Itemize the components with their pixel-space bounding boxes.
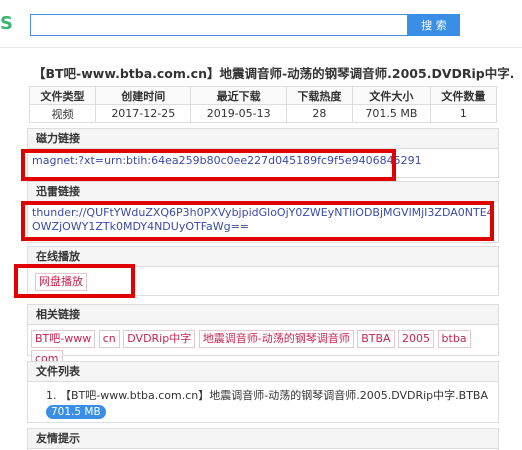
magnet-heading: 磁力链接 bbox=[28, 129, 498, 149]
file-list-panel: 文件列表 1. 【BT吧-www.btba.com.cn】地震调音师-动荡的钢琴… bbox=[27, 361, 499, 423]
list-item: 1. 【BT吧-www.btba.com.cn】地震调音师-动荡的钢琴调音师.2… bbox=[46, 388, 494, 420]
file-size-badge: 701.5 MB bbox=[46, 405, 106, 419]
highlight-box bbox=[14, 264, 135, 298]
search-button[interactable]: 搜 索 bbox=[408, 14, 460, 36]
info-value-cell: 701.5 MB bbox=[351, 104, 431, 123]
info-header-cell: 创建时间 bbox=[95, 86, 192, 105]
info-value-cell: 2017-12-25 bbox=[95, 104, 192, 123]
related-links-panel: 相关链接 BT吧-www cn DVDRip中字 地震调音师-动荡的钢琴调音师 … bbox=[27, 304, 499, 368]
file-list: 1. 【BT吧-www.btba.com.cn】地震调音师-动荡的钢琴调音师.2… bbox=[28, 382, 498, 426]
related-tag[interactable]: BTBA bbox=[357, 330, 395, 348]
related-tag[interactable]: DVDRip中字 bbox=[123, 330, 196, 348]
info-header-cell: 下载热度 bbox=[285, 86, 353, 105]
info-header-cell: 文件数量 bbox=[429, 86, 498, 105]
info-value-row: 视频 2017-12-25 2019-05-13 28 701.5 MB 1 bbox=[28, 104, 498, 123]
file-list-heading: 文件列表 bbox=[28, 362, 498, 382]
tips-heading: 友情提示 bbox=[28, 429, 498, 449]
site-logo[interactable]: S bbox=[0, 13, 14, 34]
file-index: 1. bbox=[46, 389, 57, 402]
info-header-row: 文件类型 创建时间 最近下载 下载热度 文件大小 文件数量 bbox=[28, 86, 498, 105]
info-value-cell: 28 bbox=[285, 104, 353, 123]
torrent-info-table: 文件类型 创建时间 最近下载 下载热度 文件大小 文件数量 视频 2017-12… bbox=[28, 86, 498, 123]
top-bar: S 搜 索 bbox=[0, 0, 522, 48]
info-value-cell: 视频 bbox=[28, 104, 97, 123]
related-tag[interactable]: 2005 bbox=[398, 330, 435, 348]
info-header-cell: 最近下载 bbox=[190, 86, 287, 105]
tips-panel: 友情提示 bbox=[27, 428, 499, 450]
info-value-cell: 1 bbox=[429, 104, 498, 123]
related-tag[interactable]: cn bbox=[98, 330, 120, 348]
highlight-box bbox=[21, 201, 494, 241]
file-name: 【BT吧-www.btba.com.cn】地震调音师-动荡的钢琴调音师.2005… bbox=[60, 389, 488, 402]
info-value-cell: 2019-05-13 bbox=[190, 104, 287, 123]
page-title: 【BT吧-www.btba.com.cn】地震调音师-动荡的钢琴调音师.2005… bbox=[33, 66, 513, 81]
related-links-heading: 相关链接 bbox=[28, 305, 498, 325]
highlight-box bbox=[21, 149, 396, 181]
related-tag[interactable]: btba bbox=[437, 330, 471, 348]
related-tag[interactable]: 地震调音师-动荡的钢琴调音师 bbox=[198, 330, 354, 348]
info-header-cell: 文件大小 bbox=[351, 86, 431, 105]
info-header-cell: 文件类型 bbox=[28, 86, 97, 105]
search-input[interactable] bbox=[30, 14, 408, 36]
thunder-heading: 迅雷链接 bbox=[28, 182, 498, 202]
related-tag[interactable]: BT吧-www bbox=[31, 330, 96, 348]
